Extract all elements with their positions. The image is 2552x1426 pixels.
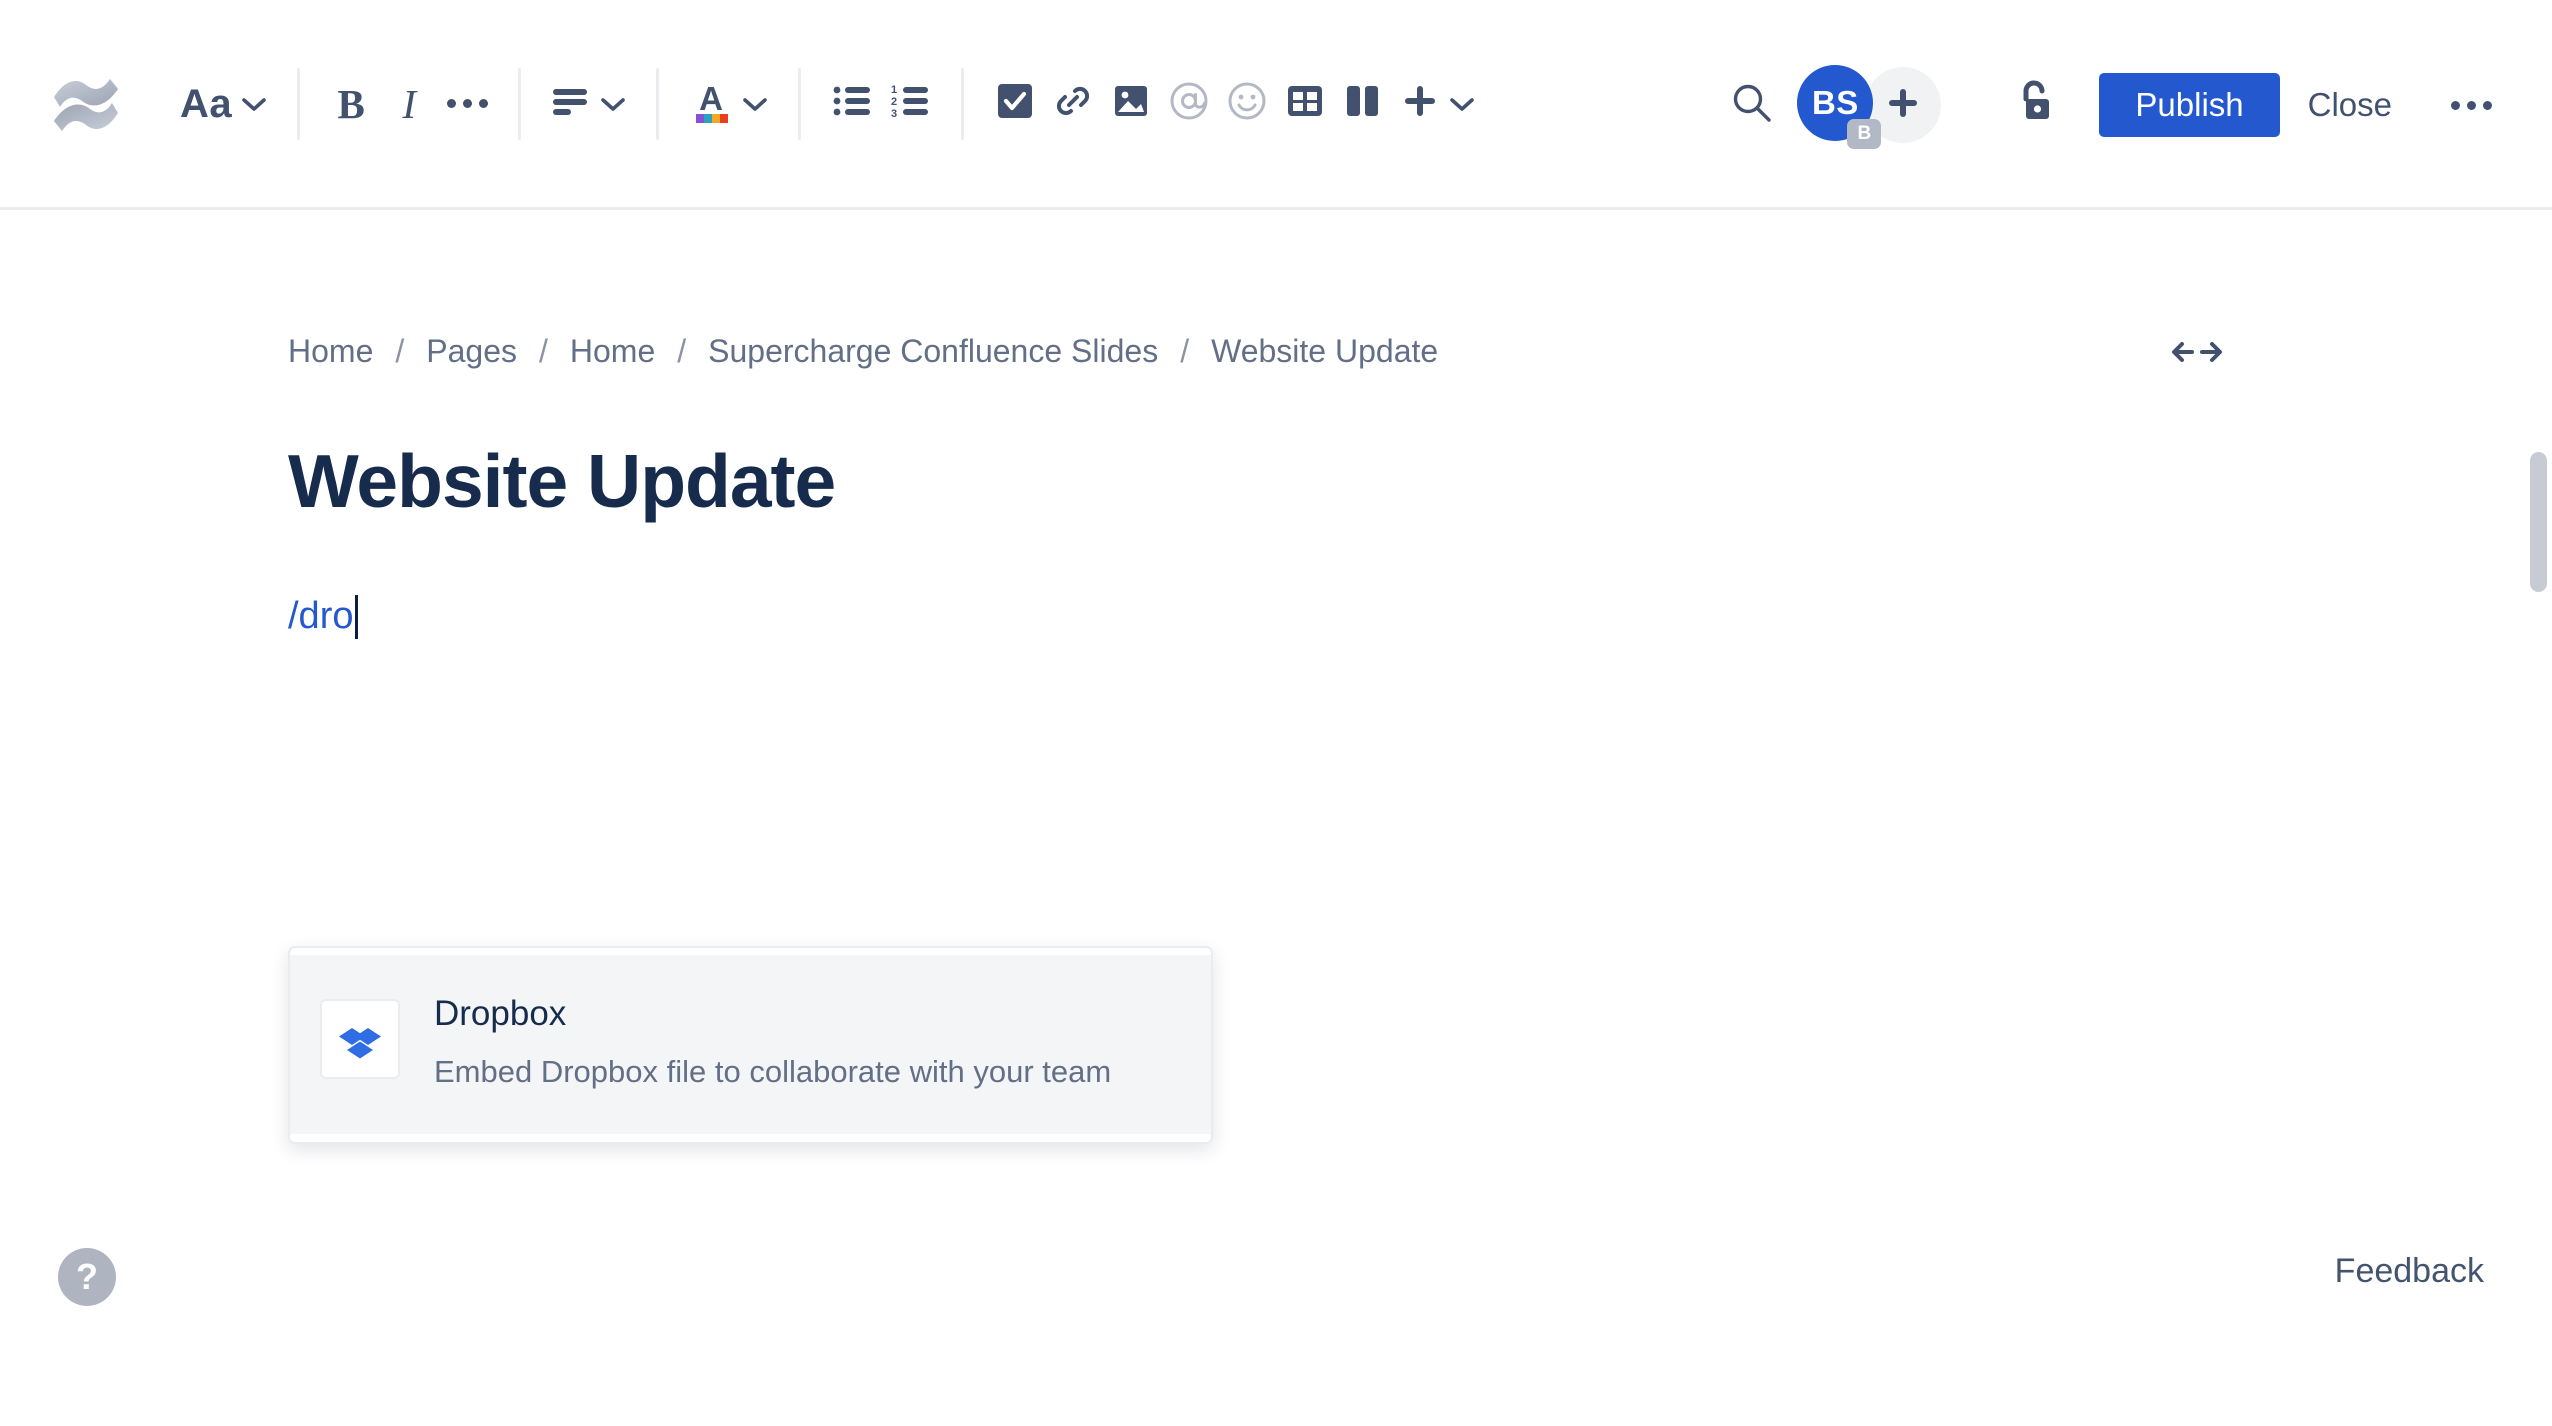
link-icon (1053, 81, 1093, 126)
editor-content: Home / Pages / Home / Supercharge Conflu… (0, 213, 2552, 1144)
mention-button[interactable] (1160, 71, 1218, 137)
svg-text:3: 3 (891, 108, 897, 118)
expand-width-arrows-icon (2168, 335, 2226, 374)
text-caret (355, 594, 359, 639)
confluence-editor-page: Aa B I A 1 2 3 BS B Publish Close Home /… (0, 0, 2552, 1426)
slash-command-dropdown: Dropbox Embed Dropbox file to collaborat… (288, 946, 1213, 1144)
help-button[interactable]: ? (58, 1248, 116, 1306)
dropdown-item-description: Embed Dropbox file to collaborate with y… (434, 1053, 1112, 1089)
confluence-logo-icon[interactable] (50, 67, 124, 141)
close-button[interactable]: Close (2280, 73, 2420, 137)
plus-icon (1885, 85, 1921, 126)
numbered-list-button[interactable]: 1 2 3 (881, 71, 939, 137)
mention-at-icon (1168, 80, 1210, 127)
text-color-icon: A (689, 78, 733, 129)
toolbar-group-text-color: A (681, 49, 776, 159)
slash-command-text: /dro (288, 595, 354, 638)
search-button[interactable] (1729, 80, 1775, 131)
scrollbar-thumb[interactable] (2530, 452, 2547, 592)
more-options-button[interactable] (2438, 73, 2504, 137)
svg-text:A: A (699, 80, 723, 117)
editor-paragraph[interactable]: /dro (288, 593, 2552, 641)
image-icon (1111, 81, 1151, 126)
toolbar-right-cluster: BS B Publish Close (1729, 0, 2552, 210)
text-align-left-icon (551, 85, 591, 122)
table-icon (1285, 81, 1325, 126)
toolbar-divider (656, 67, 660, 140)
expand-width-button[interactable] (2168, 335, 2226, 374)
svg-text:1: 1 (891, 84, 897, 96)
restrictions-button[interactable] (2009, 77, 2061, 134)
dropdown-item-title: Dropbox (434, 994, 567, 1033)
breadcrumb-separator: / (677, 333, 687, 369)
scrollbar[interactable] (2526, 426, 2552, 1426)
breadcrumb-separator: / (395, 333, 405, 369)
dropbox-logo-icon (320, 999, 400, 1079)
bullet-list-button[interactable] (823, 71, 881, 137)
chevron-down-icon (241, 96, 267, 112)
editor-toolbar: Aa B I A 1 2 3 BS B Publish Close (0, 0, 2552, 210)
bold-button[interactable]: B (322, 71, 380, 137)
publish-button[interactable]: Publish (2099, 73, 2280, 137)
toolbar-group-insert (986, 49, 1483, 159)
text-style-dropdown[interactable]: Aa (172, 71, 275, 137)
emoji-smiley-icon (1226, 80, 1268, 127)
page-title[interactable]: Website Update (288, 442, 2552, 521)
bold-label: B (337, 80, 365, 127)
emoji-button[interactable] (1218, 71, 1276, 137)
italic-label: I (402, 80, 416, 127)
toolbar-divider (798, 67, 802, 140)
text-style-label: Aa (180, 81, 233, 126)
toolbar-divider (518, 67, 522, 140)
svg-text:2: 2 (891, 96, 897, 108)
avatar[interactable]: BS B (1797, 65, 1882, 149)
bullet-list-icon (832, 84, 872, 123)
dropdown-item-text: Dropbox Embed Dropbox file to collaborat… (434, 993, 1111, 1094)
breadcrumb-item-website-update[interactable]: Website Update (1211, 333, 1438, 370)
toolbar-group-lists: 1 2 3 (823, 49, 939, 159)
link-button[interactable] (1044, 71, 1102, 137)
breadcrumb-separator: / (538, 333, 548, 369)
plus-icon (1400, 81, 1440, 126)
breadcrumb-separator: / (1180, 333, 1190, 369)
feedback-link[interactable]: Feedback (2335, 1252, 2484, 1291)
dropdown-item-dropbox[interactable]: Dropbox Embed Dropbox file to collaborat… (290, 955, 1211, 1134)
table-button[interactable] (1276, 71, 1334, 137)
toolbar-group-alignment (543, 49, 634, 159)
search-icon (1729, 84, 1775, 130)
chevron-down-icon (600, 96, 626, 112)
unlocked-padlock-icon (2009, 80, 2061, 133)
breadcrumb-item-home-2[interactable]: Home (570, 333, 655, 370)
breadcrumb-item-supercharge-confluence-slides[interactable]: Supercharge Confluence Slides (708, 333, 1158, 370)
text-align-button[interactable] (543, 71, 634, 137)
toolbar-group-formatting: B I (322, 49, 496, 159)
avatar-badge: B (1847, 119, 1882, 149)
breadcrumb-item-home[interactable]: Home (288, 333, 373, 370)
layout-button[interactable] (1334, 71, 1392, 137)
chevron-down-icon (742, 96, 768, 112)
toolbar-divider (961, 67, 965, 140)
text-color-button[interactable]: A (681, 71, 776, 137)
toolbar-divider (297, 67, 301, 140)
ellipsis-icon (2450, 100, 2492, 110)
toolbar-group-text-style: Aa (172, 49, 275, 159)
insert-more-button[interactable] (1392, 71, 1483, 137)
ellipsis-icon (446, 99, 488, 108)
breadcrumb-item-pages[interactable]: Pages (426, 333, 517, 370)
more-formatting-button[interactable] (438, 71, 496, 137)
chevron-down-icon (1449, 96, 1475, 112)
layout-columns-icon (1343, 81, 1383, 126)
image-button[interactable] (1102, 71, 1160, 137)
task-button[interactable] (986, 71, 1044, 137)
italic-button[interactable]: I (380, 71, 438, 137)
checkbox-task-icon (995, 81, 1035, 126)
numbered-list-icon: 1 2 3 (890, 84, 930, 123)
